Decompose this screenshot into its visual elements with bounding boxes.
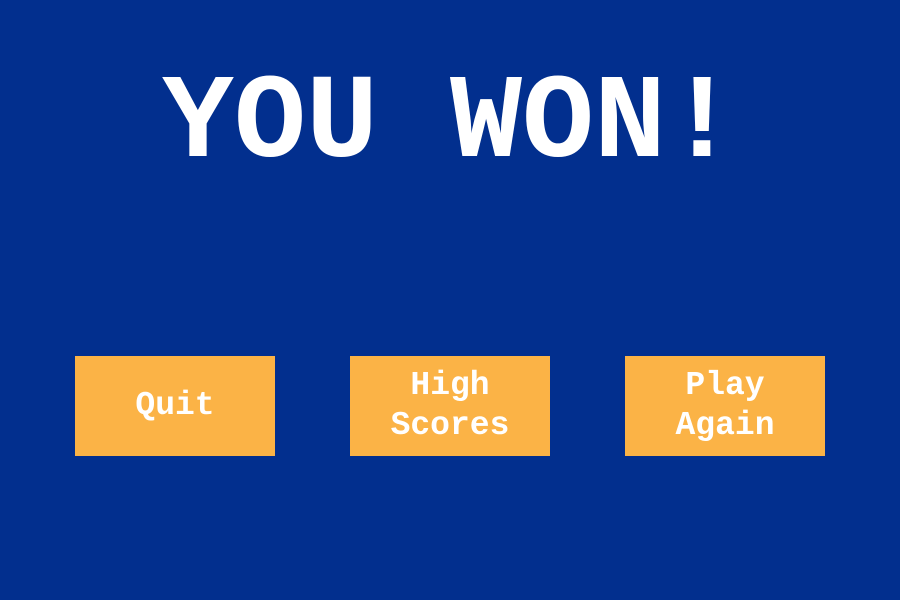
quit-button-label: Quit xyxy=(135,387,215,424)
high-scores-button[interactable]: High Scores xyxy=(350,356,550,456)
quit-button[interactable]: Quit xyxy=(75,356,275,456)
high-scores-button-label: High Scores xyxy=(390,367,510,444)
play-again-button-label: Play Again xyxy=(675,367,775,444)
win-title: YOU WON! xyxy=(161,57,739,193)
win-screen: YOU WON! Quit High Scores Play Again xyxy=(0,0,900,600)
play-again-button[interactable]: Play Again xyxy=(625,356,825,456)
